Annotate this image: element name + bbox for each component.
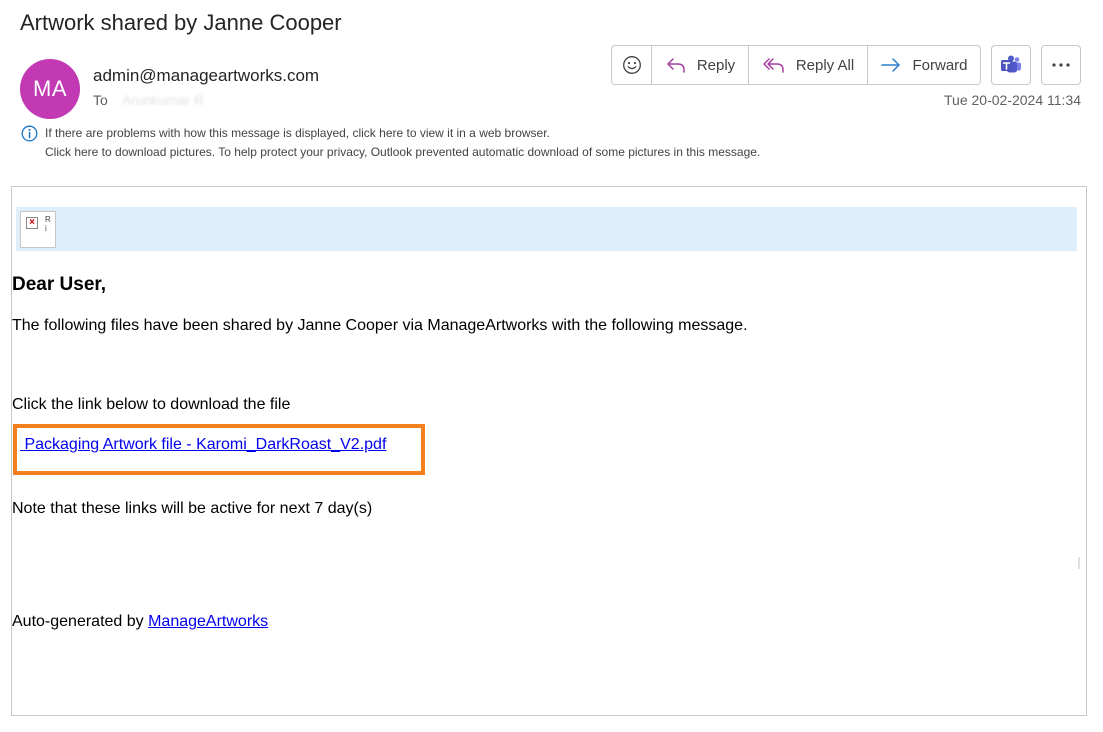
divider: [1078, 557, 1080, 569]
image-alt-text: R i: [45, 215, 51, 233]
footer-text: Auto-generated by ManageArtworks: [12, 613, 268, 631]
header-banner: × R i: [16, 207, 1077, 251]
reply-icon: [667, 58, 685, 73]
broken-image-placeholder[interactable]: × R i: [20, 211, 56, 248]
message-timestamp: Tue 20-02-2024 11:34: [944, 92, 1081, 108]
email-body: × R i Dear User, The following files hav…: [11, 186, 1087, 716]
email-reading-pane: Artwork shared by Janne Cooper MA admin@…: [0, 0, 1103, 732]
recipient-name[interactable]: Arunkumar R: [122, 92, 204, 108]
message-action-toolbar: Reply Reply All Forward: [611, 45, 981, 85]
sender-avatar[interactable]: MA: [20, 59, 80, 119]
broken-image-icon: ×: [26, 217, 38, 229]
more-icon: [1052, 63, 1070, 67]
smiley-icon: [622, 56, 641, 74]
reply-label: Reply: [696, 56, 736, 74]
avatar-initials: MA: [33, 76, 67, 101]
download-instruction: Click the link below to download the fil…: [12, 396, 291, 413]
message-infobar[interactable]: If there are problems with how this mess…: [21, 124, 760, 162]
info-icon: [21, 125, 38, 142]
teams-share-button[interactable]: [991, 45, 1031, 85]
footer-prefix: Auto-generated by: [12, 613, 149, 630]
recipient-line: To Arunkumar R: [93, 92, 204, 108]
reply-all-icon: [763, 58, 784, 73]
forward-label: Forward: [912, 56, 968, 74]
reply-all-button[interactable]: Reply All: [749, 46, 868, 84]
infobar-download-pictures[interactable]: Click here to download pictures. To help…: [21, 143, 760, 162]
sender-email[interactable]: admin@manageartworks.com: [93, 66, 319, 86]
teams-icon: [1001, 55, 1021, 73]
intro-text: The following files have been shared by …: [12, 317, 748, 334]
reply-button[interactable]: Reply: [652, 46, 749, 84]
infobar-view-in-browser[interactable]: If there are problems with how this mess…: [21, 124, 760, 143]
manageartworks-link[interactable]: ManageArtworks: [148, 613, 268, 630]
email-subject: Artwork shared by Janne Cooper: [20, 10, 342, 35]
reply-all-label: Reply All: [795, 56, 855, 74]
file-download-link[interactable]: Packaging Artwork file - Karomi_DarkRoas…: [20, 436, 386, 454]
more-actions-button[interactable]: [1041, 45, 1081, 85]
forward-button[interactable]: Forward: [868, 46, 980, 84]
to-label: To: [93, 92, 108, 108]
emoji-reaction-button[interactable]: [612, 46, 652, 84]
salutation: Dear User,: [12, 274, 107, 295]
forward-arrow-icon: [881, 58, 901, 72]
expiry-note: Note that these links will be active for…: [12, 500, 373, 517]
